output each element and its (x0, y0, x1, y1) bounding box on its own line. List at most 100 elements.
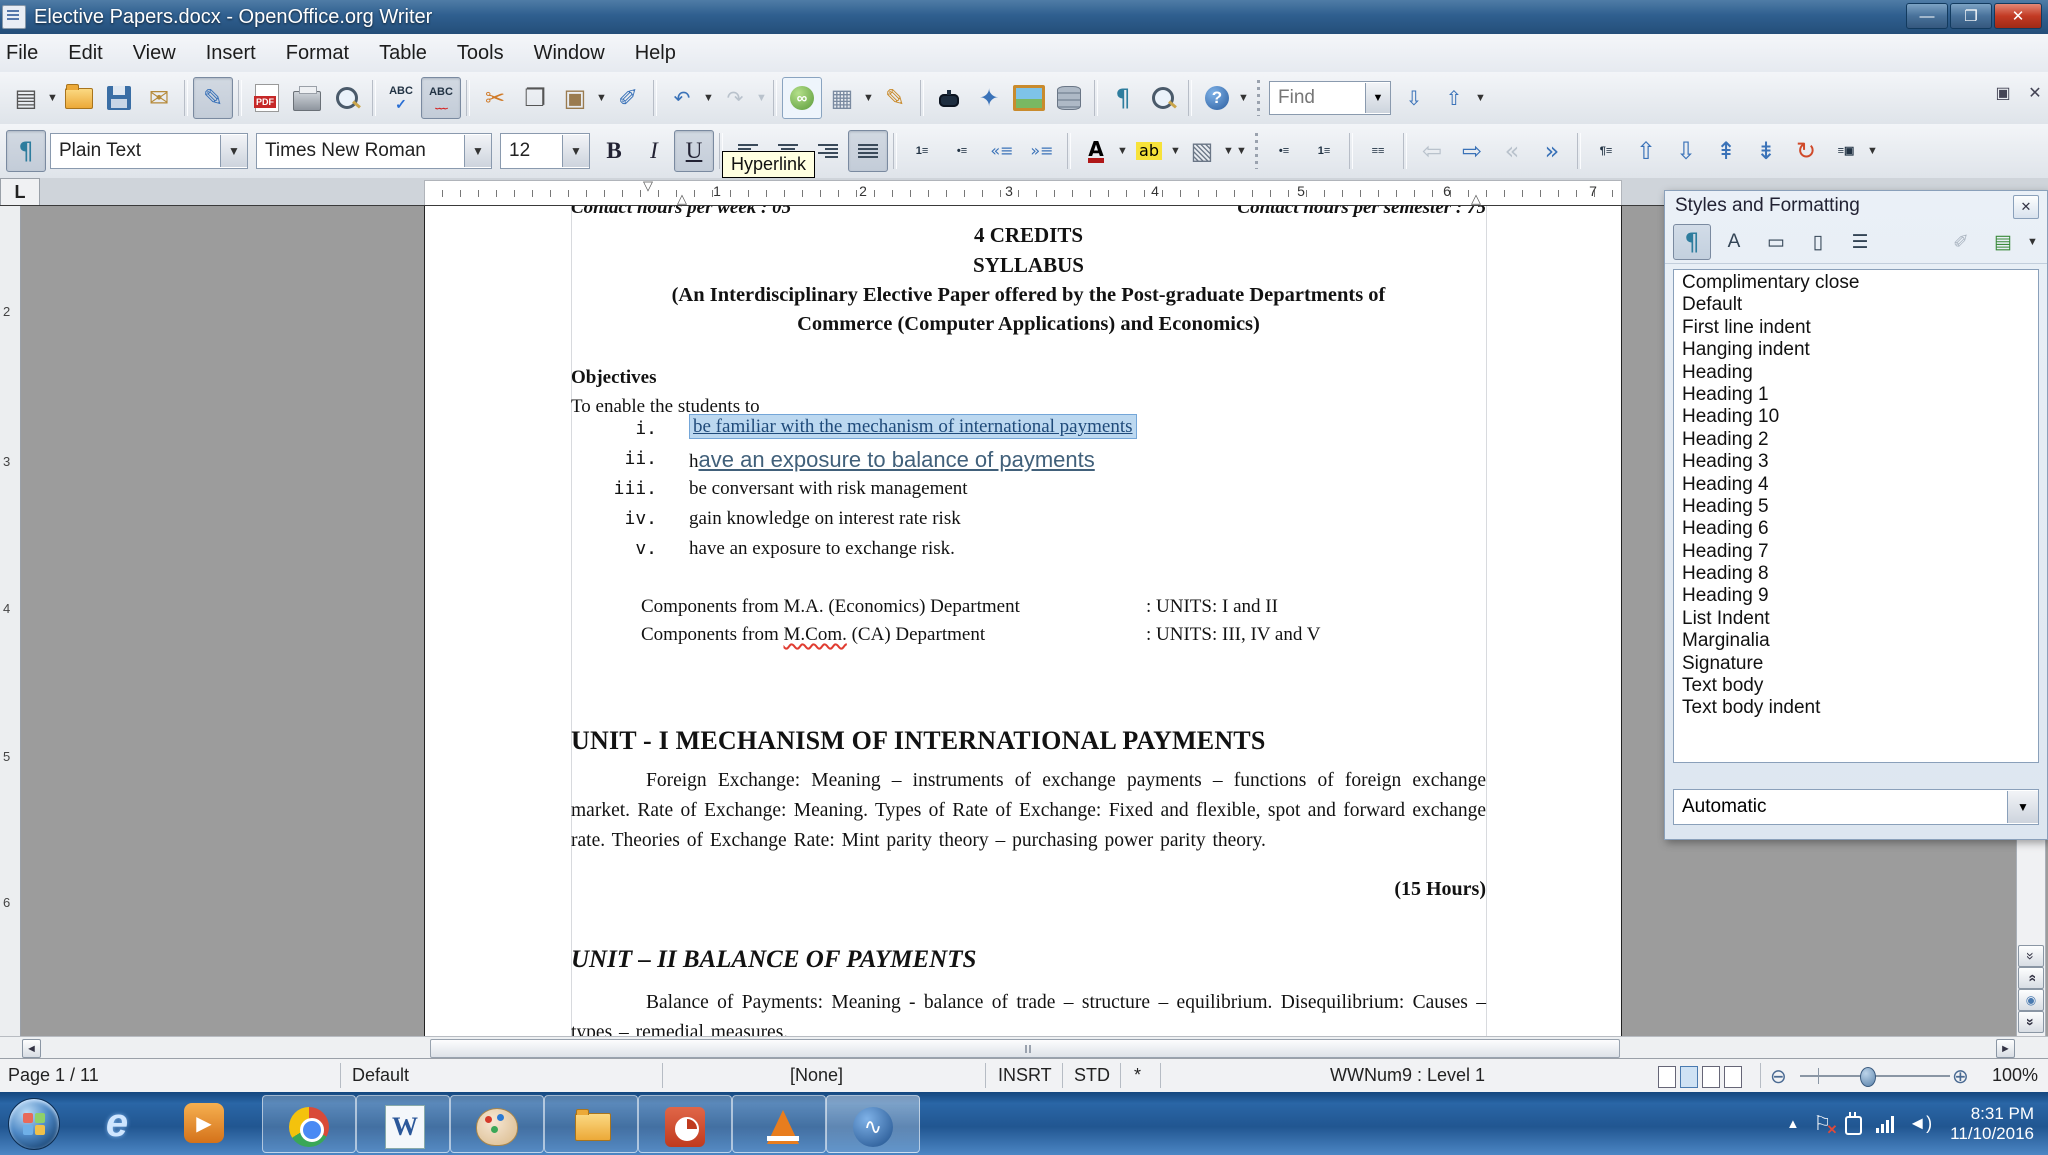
list-level-indicator[interactable]: WWNum9 : Level 1 (1330, 1065, 1485, 1086)
print-button[interactable] (287, 77, 327, 119)
zoom-button[interactable] (1143, 77, 1183, 119)
zoom-in-button[interactable]: ⊕ (1952, 1064, 1969, 1089)
style-item[interactable]: Heading 10 (1674, 406, 2038, 428)
close-button[interactable]: ✕ (1994, 3, 2042, 29)
menu-file[interactable]: File (0, 38, 53, 69)
menu-help[interactable]: Help (620, 38, 691, 69)
bullets-numbering-dialog-button[interactable]: ≡▣ (1826, 130, 1866, 172)
paste-dropdown[interactable]: ▼ (595, 78, 608, 118)
promote-with-subpoints-button[interactable]: « (1492, 130, 1532, 172)
spellcheck-button[interactable]: ABC✓ (381, 77, 421, 119)
find-toolbar-overflow[interactable]: ▼ (1474, 78, 1487, 118)
find-replace-button[interactable] (929, 77, 969, 119)
minimize-button[interactable]: — (1906, 3, 1948, 29)
bullets-button[interactable]: •≡ (942, 130, 982, 172)
underline-button[interactable]: U (674, 130, 714, 172)
page-style-indicator[interactable]: Default (352, 1065, 409, 1086)
start-button[interactable] (8, 1098, 60, 1150)
vertical-ruler[interactable]: 2 3 4 5 6 (0, 206, 21, 1036)
panel-close-button[interactable]: ✕ (2013, 195, 2039, 219)
find-input[interactable]: Find (1270, 87, 1365, 109)
paste-button[interactable]: ▣ (555, 77, 595, 119)
menu-edit[interactable]: Edit (53, 38, 117, 69)
previous-page-button[interactable]: » (2018, 967, 2044, 989)
tab-stop-selector[interactable]: L (0, 178, 40, 207)
horizontal-ruler[interactable]: 1 2 3 4 5 6 7 ▽ △ △ (424, 180, 1622, 206)
hyperlink-text[interactable]: ave an exposure to balance of payments (699, 447, 1095, 472)
taskbar-chrome[interactable] (262, 1095, 356, 1153)
undo-dropdown[interactable]: ▼ (702, 78, 715, 118)
font-color-button[interactable]: A (1076, 130, 1116, 172)
style-item[interactable]: Complimentary close (1674, 272, 2038, 294)
numbering-button[interactable]: 1≡ (902, 130, 942, 172)
taskbar-vlc[interactable] (732, 1095, 826, 1153)
style-item[interactable]: Heading 1 (1674, 384, 2038, 406)
font-name-dropdown[interactable]: ▼ (464, 135, 491, 167)
font-size-dropdown[interactable]: ▼ (562, 135, 589, 167)
objective-item-1[interactable]: be familiar with the mechanism of intern… (689, 416, 1137, 438)
move-up-with-subpoints-button[interactable]: ⇞ (1706, 130, 1746, 172)
bold-button[interactable]: B (594, 130, 634, 172)
maximize-button[interactable]: ❐ (1950, 3, 1992, 29)
horizontal-scrollbar[interactable]: ◄ ► (0, 1036, 2048, 1059)
table-button[interactable]: ▦ (822, 77, 862, 119)
selection-mode-indicator[interactable]: STD (1074, 1065, 1110, 1086)
find-combobox[interactable]: Find ▼ (1269, 81, 1391, 115)
first-line-indent-marker[interactable]: ▽ (643, 178, 653, 194)
background-color-dropdown[interactable]: ▼ (1222, 131, 1235, 171)
style-item[interactable]: Heading 6 (1674, 518, 2038, 540)
help-button[interactable]: ? (1197, 77, 1237, 119)
zoom-out-button[interactable]: ⊖ (1770, 1064, 1787, 1089)
demote-with-subpoints-button[interactable]: » (1532, 130, 1572, 172)
style-item[interactable]: Hanging indent (1674, 339, 2038, 361)
font-name-combo[interactable]: Times New Roman ▼ (256, 133, 492, 169)
single-page-view-button[interactable] (1658, 1066, 1676, 1088)
data-sources-button[interactable] (1049, 77, 1089, 119)
highlighting-button[interactable]: ab (1129, 130, 1169, 172)
undo-button[interactable]: ↶ (662, 77, 702, 119)
menu-table[interactable]: Table (364, 38, 442, 69)
new-document-button[interactable]: ▤ (6, 77, 46, 119)
highlighting-dropdown[interactable]: ▼ (1169, 131, 1182, 171)
menu-format[interactable]: Format (271, 38, 364, 69)
page-indicator[interactable]: Page 1 / 11 (8, 1065, 99, 1086)
style-item[interactable]: Heading 5 (1674, 496, 2038, 518)
redo-button[interactable]: ↷ (715, 77, 755, 119)
insert-mode-indicator[interactable]: INSRT (998, 1065, 1052, 1086)
table-dropdown[interactable]: ▼ (862, 78, 875, 118)
new-style-dropdown[interactable]: ▼ (2026, 222, 2039, 262)
style-item[interactable]: Heading (1674, 362, 2038, 384)
export-pdf-button[interactable] (247, 77, 287, 119)
new-document-dropdown[interactable]: ▼ (46, 78, 59, 118)
zoom-level[interactable]: 100% (1992, 1065, 2038, 1086)
format-paintbrush-button[interactable]: ✐ (608, 77, 648, 119)
show-hidden-icons[interactable]: ▲ (1787, 1116, 1800, 1131)
list-styles-button[interactable]: ☰ (1841, 224, 1879, 260)
scroll-right-button[interactable]: ► (1996, 1039, 2015, 1058)
paragraph-style-combo[interactable]: Plain Text ▼ (50, 133, 248, 169)
background-color-button[interactable]: ▧ (1182, 130, 1222, 172)
copy-button[interactable]: ❐ (515, 77, 555, 119)
menu-tools[interactable]: Tools (442, 38, 519, 69)
taskbar-openoffice[interactable]: ∿ (826, 1095, 920, 1153)
style-item[interactable]: Heading 2 (1674, 429, 2038, 451)
next-page-button[interactable]: » (2018, 1011, 2044, 1033)
redo-dropdown[interactable]: ▼ (755, 78, 768, 118)
style-item[interactable]: Heading 4 (1674, 474, 2038, 496)
menu-window[interactable]: Window (519, 38, 620, 69)
taskbar-explorer[interactable] (544, 1095, 638, 1153)
taskbar-powerpoint[interactable] (638, 1095, 732, 1153)
find-next-button[interactable]: ⇩ (1394, 77, 1434, 119)
new-style-from-selection-button[interactable]: ▤ (1984, 224, 2022, 260)
italic-button[interactable]: I (634, 130, 674, 172)
decrease-indent-button[interactable]: «≡ (982, 130, 1022, 172)
taskbar-word[interactable]: W (356, 1095, 450, 1153)
style-item[interactable]: Heading 3 (1674, 451, 2038, 473)
style-item[interactable]: Heading 8 (1674, 563, 2038, 585)
style-item[interactable]: Default (1674, 294, 2038, 316)
move-down-with-subpoints-button[interactable]: ⇟ (1746, 130, 1786, 172)
multi-page-view-button[interactable] (1680, 1066, 1698, 1088)
styles-list[interactable]: Complimentary close Default First line i… (1673, 269, 2039, 763)
action-center-icon[interactable]: ⚐ (1813, 1111, 1831, 1136)
new-window-icon[interactable]: ▣ (1990, 80, 2016, 106)
